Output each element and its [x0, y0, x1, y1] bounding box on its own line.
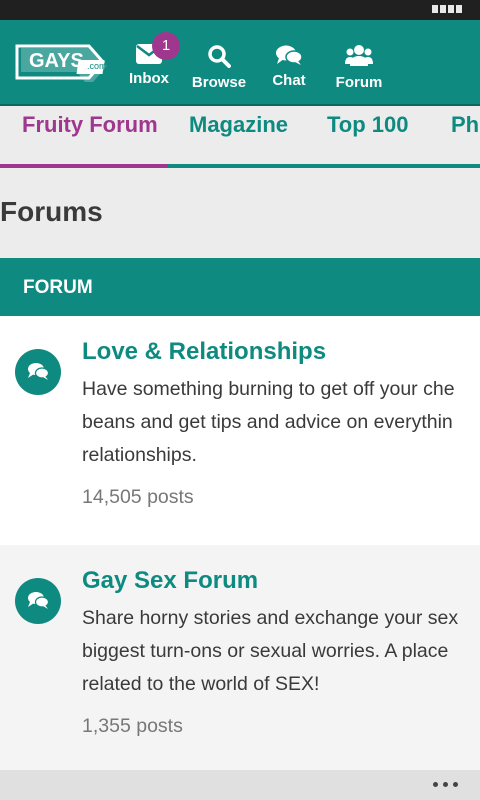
forum-post-count: 14,505 posts [82, 486, 194, 509]
page-title: Forums [0, 196, 103, 227]
posts-count: 14,505 [82, 486, 142, 508]
posts-label: posts [147, 486, 194, 508]
nav-browse-label: Browse [191, 74, 247, 91]
forum-chat-icon [15, 578, 61, 624]
forum-description: Have something burning to get off your c… [82, 373, 480, 472]
inbox-badge: 1 [152, 32, 180, 60]
forum-list-item[interactable]: Gay Sex Forum Share horny stories and ex… [0, 545, 480, 770]
forum-chat-icon [15, 349, 61, 395]
logo-domain: .com [87, 61, 107, 71]
forum-title[interactable]: Love & Relationships [82, 338, 326, 366]
logo-text: GAYS [29, 50, 84, 72]
nav-forum-label: Forum [335, 74, 383, 91]
forum-description-line: relationships. [82, 444, 197, 466]
posts-count: 1,355 [82, 715, 131, 737]
forum-title[interactable]: Gay Sex Forum [82, 567, 258, 595]
search-icon [208, 45, 231, 68]
active-tab-indicator [0, 164, 168, 168]
forum-list-item[interactable]: Love & Relationships Have something burn… [0, 316, 480, 545]
tab-fruity-forum[interactable]: Fruity Forum [22, 112, 158, 138]
tab-magazine[interactable]: Magazine [189, 112, 288, 138]
app-header: GAYS .com Inbox 1 Browse Chat Forum [0, 20, 480, 106]
section-tabs: Fruity Forum Magazine Top 100 Pho [0, 106, 480, 168]
status-indicators [432, 5, 462, 13]
nav-inbox-label: Inbox [129, 70, 169, 87]
forum-description-line: biggest turn-ons or sexual worries. A pl… [82, 640, 449, 662]
tab-top-100[interactable]: Top 100 [327, 112, 409, 138]
site-logo[interactable]: GAYS .com [15, 42, 111, 84]
users-group-icon [345, 45, 373, 66]
nav-browse[interactable]: Browse [184, 32, 254, 102]
chat-bubbles-icon [276, 45, 303, 65]
status-bar [0, 0, 480, 20]
nav-forum[interactable]: Forum [324, 32, 394, 102]
forum-post-count: 1,355 posts [82, 715, 183, 738]
chat-bubbles-icon [28, 592, 49, 609]
more-options-icon[interactable] [433, 782, 458, 787]
forum-section-label: FORUM [23, 277, 93, 298]
forum-description-line: Share horny stories and exchange your se… [82, 607, 459, 629]
chat-bubbles-icon [28, 363, 49, 380]
forum-description-line: Have something burning to get off your c… [82, 378, 455, 400]
tab-photos[interactable]: Pho [451, 112, 480, 138]
bottom-bar [0, 770, 480, 800]
forum-description: Share horny stories and exchange your se… [82, 602, 480, 701]
posts-label: posts [136, 715, 183, 737]
nav-chat-label: Chat [272, 72, 306, 89]
forum-description-line: related to the world of SEX! [82, 673, 320, 695]
forum-description-line: beans and get tips and advice on everyth… [82, 411, 453, 433]
nav-chat[interactable]: Chat [254, 32, 324, 102]
nav-inbox[interactable]: Inbox 1 [114, 32, 184, 102]
forum-section-header: FORUM [0, 258, 480, 316]
